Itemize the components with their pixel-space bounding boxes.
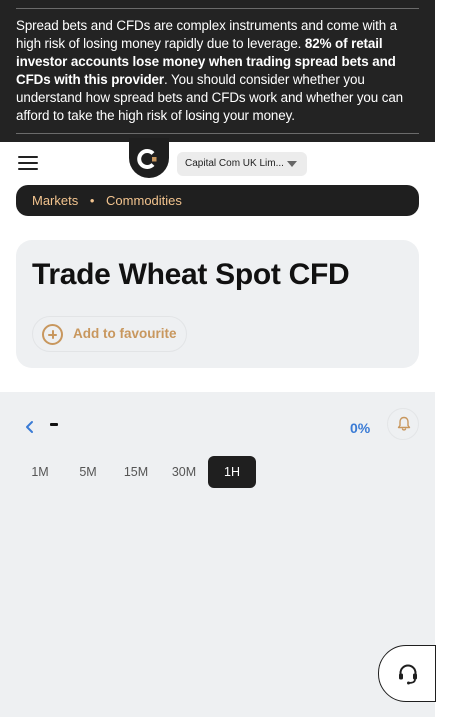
page-title: Trade Wheat Spot CFD [32,258,350,291]
timeframe-5m[interactable]: 5M [71,456,105,488]
breadcrumb-item-commodities[interactable]: Commodities [106,193,182,208]
headset-icon [399,664,417,685]
divider [16,133,419,134]
plus-circle-icon [42,324,63,345]
entity-selector-label: Capital Com UK Lim... [185,158,284,169]
risk-warning-banner: Spread bets and CFDs are complex instrum… [0,0,435,142]
support-chat-button[interactable] [378,645,436,702]
price-value [50,423,58,426]
add-to-favourite-label: Add to favourite [73,326,177,341]
bell-icon [397,416,411,431]
breadcrumb-separator: • [89,193,95,208]
timeframe-15m[interactable]: 15M [117,456,155,488]
risk-warning-text: Spread bets and CFDs are complex instrum… [16,18,404,123]
entity-selector[interactable]: Capital Com UK Lim... [177,152,307,176]
instrument-header-card: Trade Wheat Spot CFD Add to favourite [16,240,419,368]
timeframe-30m[interactable]: 30M [164,456,204,488]
capital-com-logo-icon[interactable] [129,138,169,178]
breadcrumb: Markets • Commodities [16,185,419,216]
price-change: 0% [350,420,371,436]
chevron-left-icon[interactable] [24,420,34,434]
menu-icon[interactable] [18,156,38,170]
price-alert-button[interactable] [387,408,419,440]
timeframe-1h[interactable]: 1H [208,456,256,488]
timeframe-1m[interactable]: 1M [24,456,56,488]
divider [16,8,419,9]
breadcrumb-item-markets[interactable]: Markets [32,193,78,208]
chart-panel [0,392,435,717]
add-to-favourite-button[interactable]: Add to favourite [32,316,187,352]
chevron-down-icon [287,161,297,167]
